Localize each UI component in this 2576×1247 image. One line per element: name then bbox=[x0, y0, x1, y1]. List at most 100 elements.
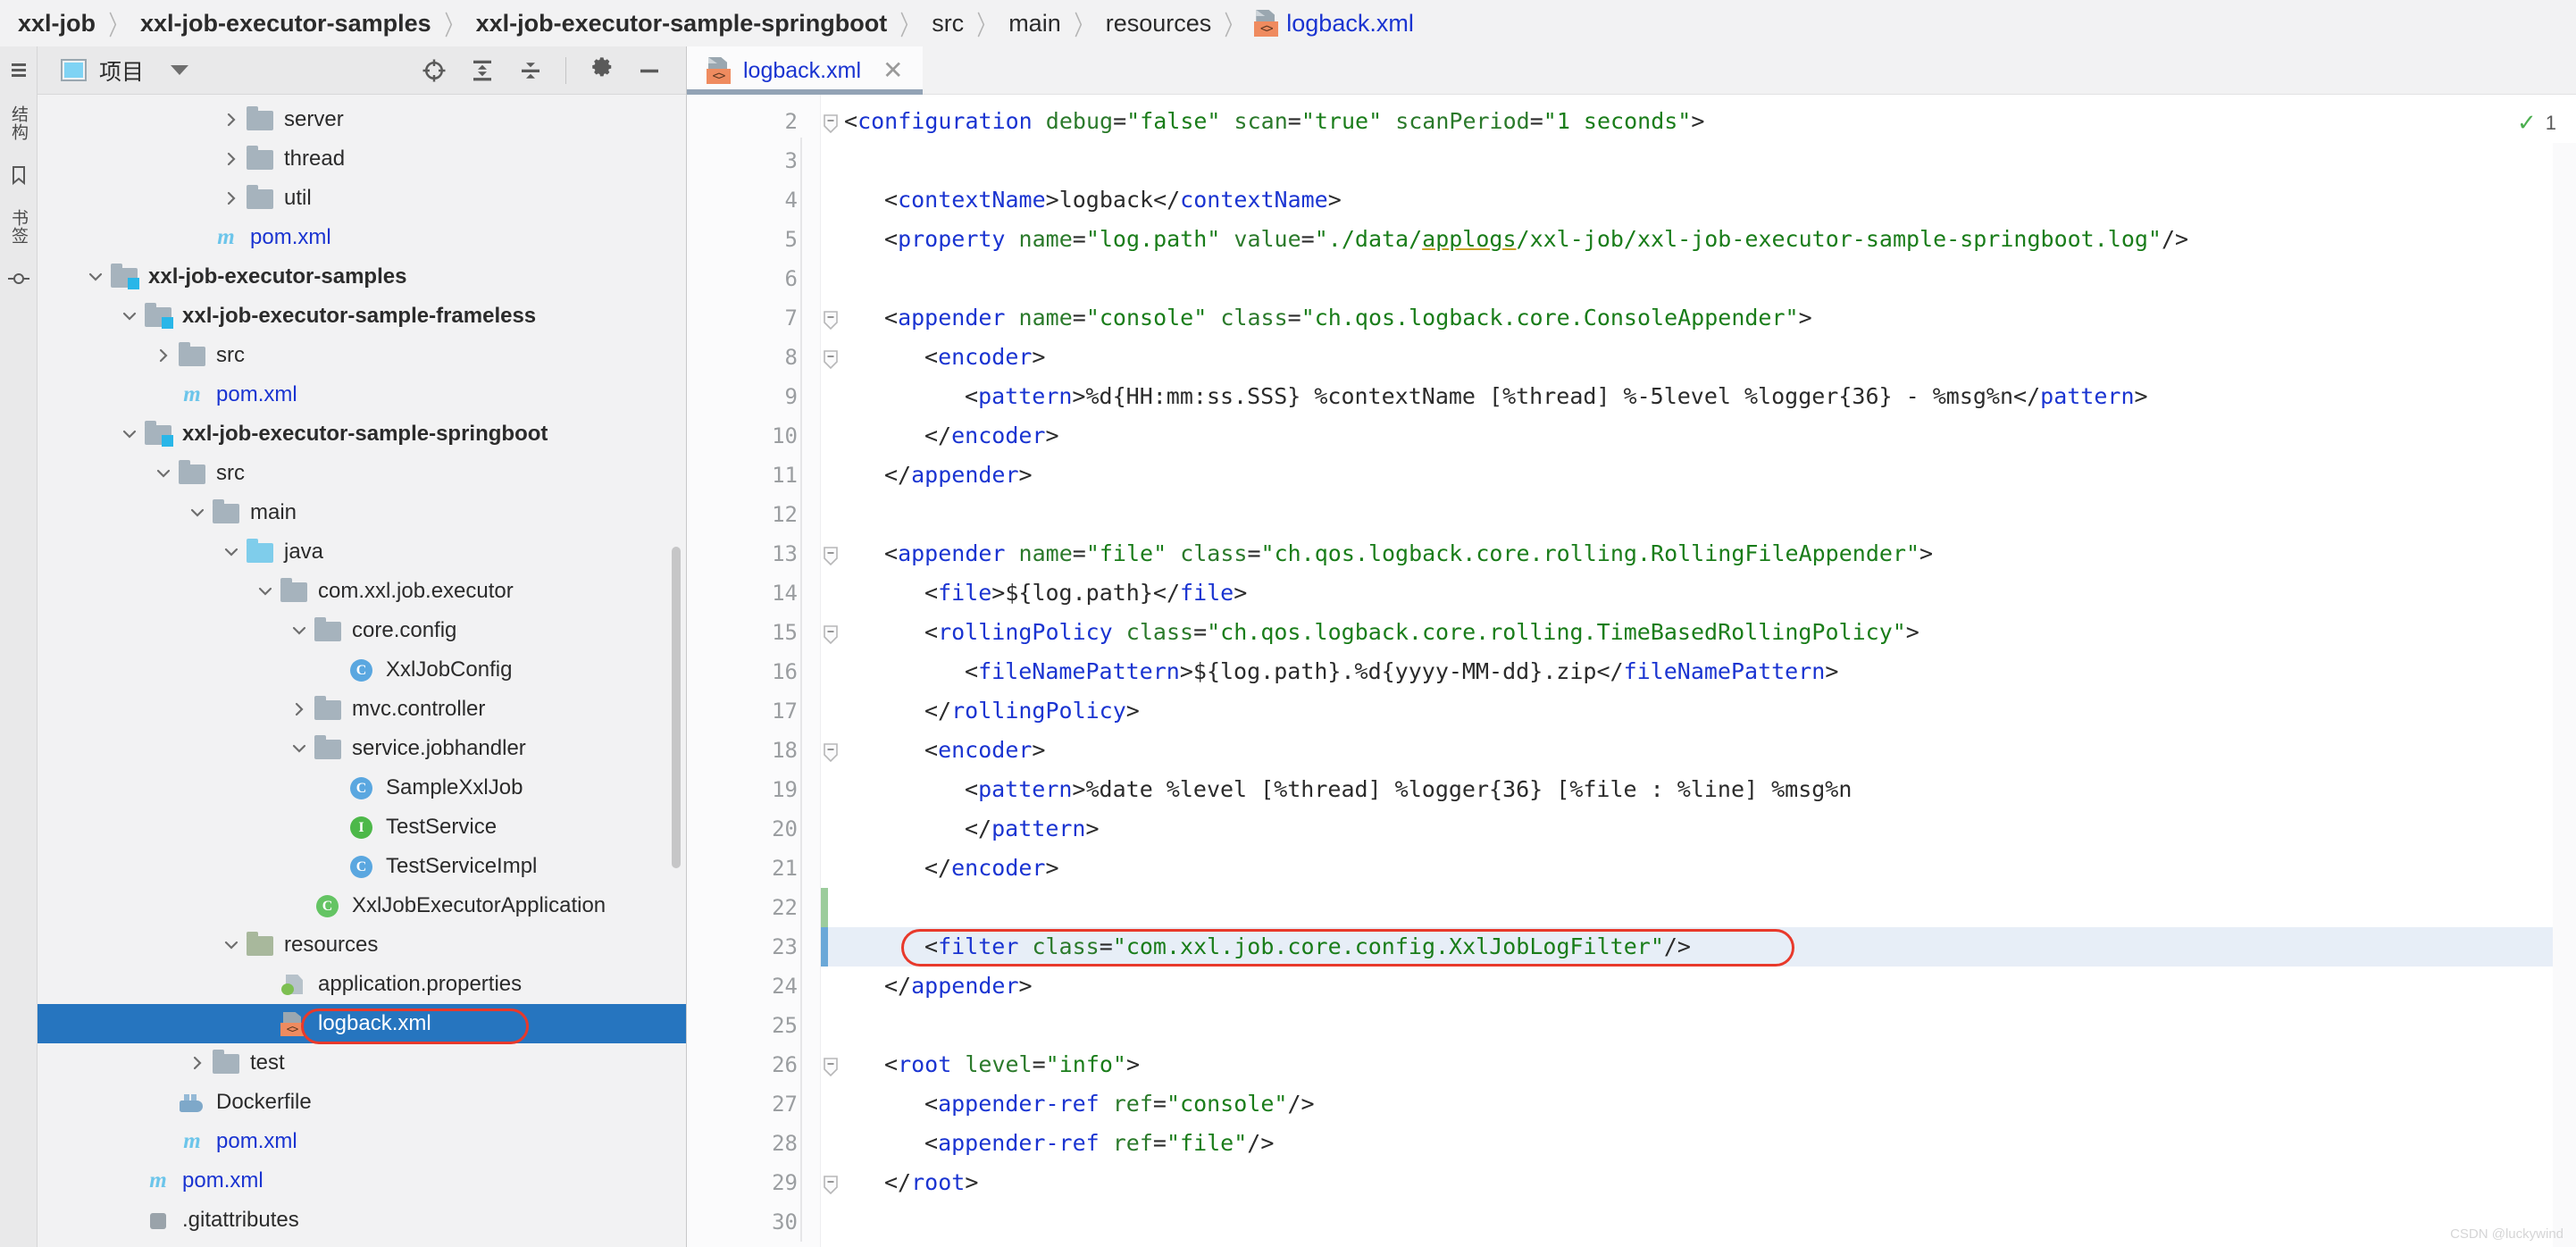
code-line[interactable] bbox=[821, 259, 2576, 298]
tree-row[interactable]: util bbox=[38, 179, 686, 218]
code-line[interactable]: <appender name="file" class="ch.qos.logb… bbox=[821, 534, 2576, 573]
tree-row[interactable]: I TestService bbox=[38, 808, 686, 847]
project-panel-title-group[interactable]: 项目 bbox=[61, 54, 189, 87]
code-line[interactable] bbox=[821, 1006, 2576, 1045]
breadcrumb-item-6[interactable]: <> logback.xml bbox=[1247, 10, 1421, 38]
code-line[interactable]: <file>${log.path}</file> bbox=[821, 573, 2576, 613]
project-tree-scrollbar[interactable] bbox=[672, 547, 681, 868]
commit-tool-icon[interactable] bbox=[7, 268, 29, 289]
code-line[interactable]: <pattern>%d{HH:mm:ss.SSS} %contextName [… bbox=[821, 377, 2576, 416]
code-line-23[interactable]: <filter class="com.xxl.job.core.config.X… bbox=[821, 927, 2576, 967]
chevron-down-icon[interactable] bbox=[252, 572, 279, 611]
inspection-status-widget[interactable]: ✓ 1 bbox=[2517, 109, 2556, 137]
tree-row[interactable]: Dockerfile bbox=[38, 1083, 686, 1122]
tree-row[interactable]: xxl-job-executor-sample-frameless bbox=[38, 297, 686, 336]
project-tree[interactable]: server thread util m pom.xml xxl-job-executor… bbox=[38, 95, 686, 1247]
code-line[interactable] bbox=[821, 495, 2576, 534]
code-editor[interactable]: 2 3 4 5 6 7 8 9 10 11 12 13 14 15 16 17 18 19 20 21 22 23 24 25… bbox=[687, 95, 2576, 1247]
code-line[interactable]: <property name="log.path" value="./data/… bbox=[821, 220, 2576, 259]
tree-row[interactable]: C SampleXxlJob bbox=[38, 768, 686, 808]
code-line[interactable]: <rollingPolicy class="ch.qos.logback.cor… bbox=[821, 613, 2576, 652]
tree-row[interactable]: m pom.xml bbox=[38, 1122, 686, 1161]
chevron-right-icon[interactable] bbox=[150, 336, 177, 375]
expand-all-icon[interactable] bbox=[469, 57, 496, 84]
breadcrumb-item-3[interactable]: src bbox=[923, 10, 973, 38]
code-line[interactable]: </encoder> bbox=[821, 849, 2576, 888]
tree-row[interactable]: m pom.xml bbox=[38, 1161, 686, 1201]
chevron-right-icon[interactable] bbox=[286, 690, 313, 729]
tree-row[interactable]: service.jobhandler bbox=[38, 729, 686, 768]
chevron-down-icon[interactable] bbox=[218, 925, 245, 965]
breadcrumb-item-0[interactable]: xxl-job bbox=[9, 10, 105, 38]
chevron-down-icon[interactable] bbox=[184, 493, 211, 532]
code-line[interactable]: <appender-ref ref="console"/> bbox=[821, 1084, 2576, 1124]
breadcrumb-item-1[interactable]: xxl-job-executor-samples bbox=[131, 10, 440, 38]
tree-row[interactable]: src bbox=[38, 454, 686, 493]
tree-row[interactable]: xxl-job-executor-sample-springboot bbox=[38, 414, 686, 454]
code-line[interactable]: <fileNamePattern>${log.path}.%d{yyyy-MM-… bbox=[821, 652, 2576, 691]
chevron-right-icon[interactable] bbox=[184, 1043, 211, 1083]
code-line[interactable]: <encoder> bbox=[821, 731, 2576, 770]
tree-row[interactable]: m pom.xml bbox=[38, 375, 686, 414]
tree-row[interactable]: m pom.xml bbox=[38, 218, 686, 257]
chevron-down-icon[interactable] bbox=[286, 611, 313, 650]
chevron-right-icon[interactable] bbox=[218, 179, 245, 218]
code-content[interactable]: <configuration debug="false" scan="true"… bbox=[821, 95, 2576, 1247]
code-line[interactable]: </root> bbox=[821, 1163, 2576, 1202]
code-line[interactable]: </appender> bbox=[821, 967, 2576, 1006]
code-line[interactable]: <root level="info"> bbox=[821, 1045, 2576, 1084]
tree-row[interactable]: application.properties bbox=[38, 965, 686, 1004]
tree-row[interactable]: thread bbox=[38, 139, 686, 179]
structure-tool-icon[interactable] bbox=[8, 61, 29, 82]
code-line[interactable] bbox=[821, 888, 2576, 927]
code-line[interactable] bbox=[821, 1202, 2576, 1242]
line-number-gutter[interactable]: 2 3 4 5 6 7 8 9 10 11 12 13 14 15 16 17 18 19 20 21 22 23 24 25… bbox=[687, 95, 838, 1247]
chevron-down-icon[interactable] bbox=[150, 454, 177, 493]
tab-logback-xml[interactable]: <> logback.xml ✕ bbox=[687, 46, 924, 95]
chevron-down-icon[interactable] bbox=[286, 729, 313, 768]
code-line[interactable]: </encoder> bbox=[821, 416, 2576, 456]
tree-row[interactable]: .gitattributes bbox=[38, 1201, 686, 1240]
collapse-all-icon[interactable] bbox=[517, 57, 544, 84]
chevron-down-icon[interactable] bbox=[116, 297, 143, 336]
chevron-right-icon[interactable] bbox=[218, 139, 245, 179]
tree-row[interactable]: C XxlJobConfig bbox=[38, 650, 686, 690]
tree-row[interactable]: core.config bbox=[38, 611, 686, 650]
tree-row[interactable]: test bbox=[38, 1043, 686, 1083]
editor-scroll-track[interactable] bbox=[2553, 143, 2576, 1247]
select-opened-file-icon[interactable] bbox=[421, 57, 447, 84]
tree-row[interactable]: C TestServiceImpl bbox=[38, 847, 686, 886]
chevron-down-icon[interactable] bbox=[218, 532, 245, 572]
chevron-right-icon[interactable] bbox=[218, 100, 245, 139]
settings-gear-icon[interactable] bbox=[588, 56, 615, 84]
tree-row[interactable]: java bbox=[38, 532, 686, 572]
tree-row[interactable]: src bbox=[38, 336, 686, 375]
tree-logback-xml[interactable]: <> logback.xml bbox=[38, 1004, 686, 1043]
code-line[interactable]: <configuration debug="false" scan="true"… bbox=[821, 102, 2576, 141]
code-line[interactable]: <appender name="console" class="ch.qos.l… bbox=[821, 298, 2576, 338]
hide-panel-icon[interactable] bbox=[636, 57, 663, 84]
code-line[interactable]: </rollingPolicy> bbox=[821, 691, 2576, 731]
chevron-down-icon[interactable] bbox=[116, 414, 143, 454]
code-line[interactable]: <contextName>logback</contextName> bbox=[821, 180, 2576, 220]
bookmarks-tool-label[interactable]: 书签 bbox=[6, 209, 30, 245]
tree-row[interactable]: .gitignore bbox=[38, 1240, 686, 1247]
chevron-down-icon[interactable] bbox=[171, 65, 189, 75]
tree-row[interactable]: resources bbox=[38, 925, 686, 965]
code-line[interactable]: <pattern>%date %level [%thread] %logger{… bbox=[821, 770, 2576, 809]
tree-row[interactable]: com.xxl.job.executor bbox=[38, 572, 686, 611]
tree-row[interactable]: mvc.controller bbox=[38, 690, 686, 729]
code-line[interactable]: </pattern> bbox=[821, 809, 2576, 849]
chevron-down-icon[interactable] bbox=[82, 257, 109, 297]
tree-row[interactable]: C XxlJobExecutorApplication bbox=[38, 886, 686, 925]
code-line[interactable] bbox=[821, 141, 2576, 180]
structure-tool-label[interactable]: 结构 bbox=[6, 105, 30, 141]
breadcrumb-item-2[interactable]: xxl-job-executor-sample-springboot bbox=[467, 10, 897, 38]
breadcrumb-item-4[interactable]: main bbox=[999, 10, 1070, 38]
bookmarks-tool-icon[interactable] bbox=[8, 164, 29, 186]
close-icon[interactable]: ✕ bbox=[882, 58, 903, 83]
breadcrumb-item-5[interactable]: resources bbox=[1097, 10, 1221, 38]
code-line[interactable]: <encoder> bbox=[821, 338, 2576, 377]
code-line[interactable]: <appender-ref ref="file"/> bbox=[821, 1124, 2576, 1163]
tree-row[interactable]: xxl-job-executor-samples bbox=[38, 257, 686, 297]
